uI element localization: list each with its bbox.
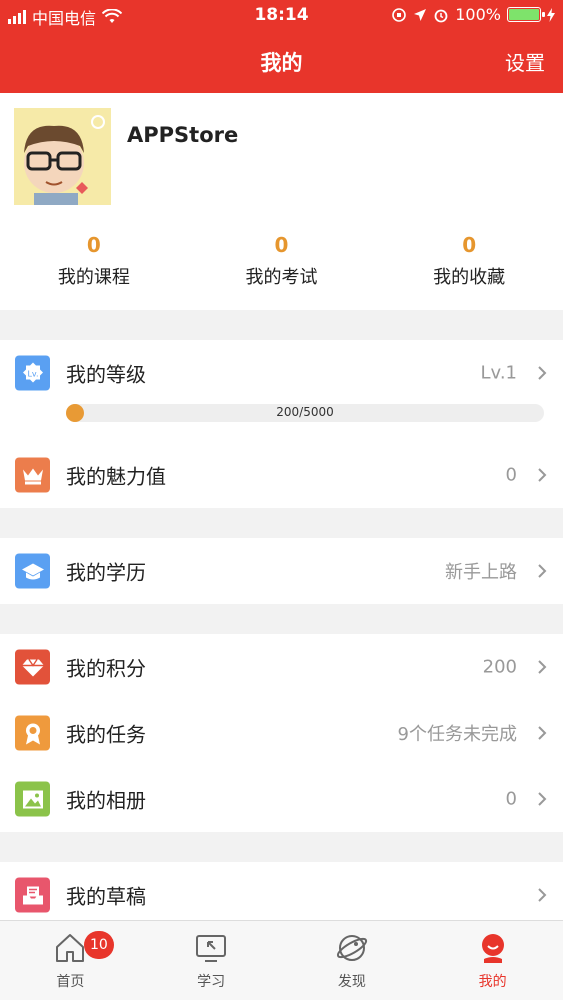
row-value: 200	[482, 656, 517, 678]
top-bar: 中国电信 18:14 100% 我的 设置	[0, 0, 563, 93]
settings-button[interactable]: 设置	[505, 47, 545, 76]
row-education[interactable]: 我的学历 新手上路	[0, 538, 563, 604]
row-label: 我的学历	[66, 560, 146, 585]
profile-card: APPStore 0 我的课程 0 我的考试 0 我的收藏	[0, 93, 563, 310]
row-label: 我的任务	[66, 722, 146, 747]
home-icon	[56, 934, 85, 962]
level-badge-icon: Lv.	[15, 355, 50, 391]
row-label: 我的草稿	[66, 884, 146, 909]
row-value: 9个任务未完成	[397, 724, 517, 745]
row-level[interactable]: Lv. 我的等级 Lv.1	[0, 340, 563, 406]
username: APPStore	[127, 123, 239, 147]
row-value: 0	[505, 788, 517, 810]
level-progress-bar: 200/5000	[66, 404, 544, 422]
row-tasks[interactable]: 我的任务 9个任务未完成	[0, 700, 563, 766]
stat-courses[interactable]: 0 我的课程	[0, 233, 188, 289]
row-points[interactable]: 我的积分 200	[0, 634, 563, 700]
stat-label: 我的考试	[245, 267, 318, 288]
status-bar: 中国电信 18:14 100%	[0, 0, 563, 30]
stat-favorites[interactable]: 0 我的收藏	[375, 233, 563, 289]
stat-label: 我的课程	[57, 267, 130, 288]
stat-count: 0	[274, 233, 289, 257]
study-icon	[196, 935, 227, 962]
chevron-right-icon	[538, 660, 547, 674]
row-drafts[interactable]: 我的草稿	[0, 862, 563, 928]
tab-home[interactable]: 10 首页	[0, 921, 141, 1000]
chevron-right-icon	[538, 564, 547, 578]
row-value: 新手上路	[445, 562, 517, 583]
tab-label: 发现	[337, 974, 366, 990]
row-label: 我的魅力值	[66, 464, 166, 489]
stat-label: 我的收藏	[433, 267, 506, 288]
tab-bar: 10 首页 学习 发现 我的	[0, 920, 563, 1000]
chevron-right-icon	[538, 888, 547, 902]
notification-badge: 10	[84, 931, 114, 959]
row-charm[interactable]: 我的魅力值 0	[0, 442, 563, 508]
award-ribbon-icon	[15, 715, 50, 751]
chevron-right-icon	[538, 366, 547, 380]
discover-planet-icon	[336, 935, 367, 961]
tab-profile[interactable]: 我的	[422, 921, 563, 1000]
row-album[interactable]: 我的相册 0	[0, 766, 563, 832]
diamond-icon	[15, 649, 50, 685]
chevron-right-icon	[538, 468, 547, 482]
page-title: 我的	[260, 51, 303, 75]
drafts-tray-icon	[15, 877, 50, 913]
row-label: 我的相册	[66, 788, 146, 813]
row-label: 我的等级	[66, 362, 146, 387]
tab-label: 我的	[478, 974, 507, 990]
row-value: Lv.1	[480, 362, 517, 384]
row-value: 0	[505, 464, 517, 486]
location-icon	[414, 8, 427, 21]
tab-study[interactable]: 学习	[141, 921, 282, 1000]
tab-label: 首页	[56, 974, 85, 990]
progress-text: 200/5000	[276, 405, 334, 419]
stat-count: 0	[86, 233, 101, 257]
crown-icon	[15, 457, 50, 493]
avatar[interactable]	[14, 108, 111, 205]
charging-icon	[547, 7, 555, 22]
profile-icon	[481, 934, 504, 963]
stat-count: 0	[462, 233, 477, 257]
orientation-lock-icon	[392, 7, 407, 22]
alarm-icon	[434, 9, 448, 22]
tab-label: 学习	[197, 974, 226, 990]
svg-text:Lv.: Lv.	[27, 369, 38, 378]
battery-percent: 100%	[455, 5, 501, 24]
stats-row: 0 我的课程 0 我的考试 0 我的收藏	[0, 233, 563, 289]
graduation-cap-icon	[15, 553, 50, 589]
row-label: 我的积分	[66, 656, 146, 681]
chevron-right-icon	[538, 726, 547, 740]
chevron-right-icon	[538, 792, 547, 806]
tab-discover[interactable]: 发现	[282, 921, 423, 1000]
picture-icon	[15, 781, 50, 817]
battery-icon	[507, 7, 545, 22]
stat-exams[interactable]: 0 我的考试	[188, 233, 376, 289]
